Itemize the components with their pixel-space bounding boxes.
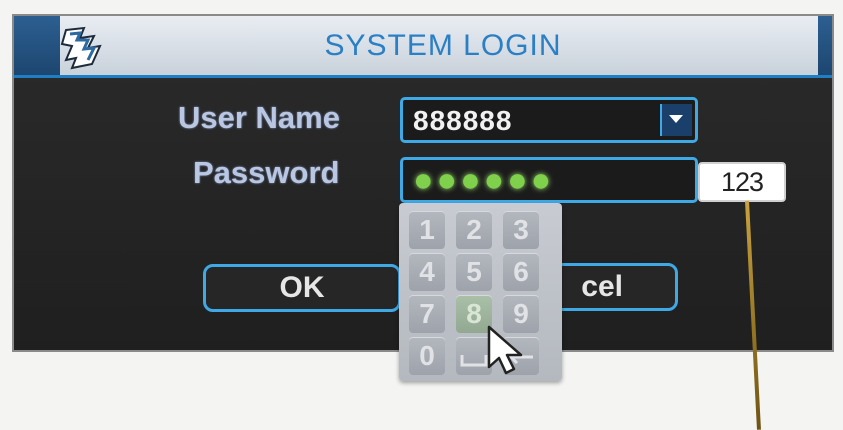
chevron-down-icon [669, 115, 683, 123]
password-mask: ●●●●●● [413, 161, 555, 199]
keypad-key-2[interactable]: 2 [456, 211, 492, 249]
keypad-key-4[interactable]: 4 [409, 253, 445, 291]
keypad-key-5[interactable]: 5 [456, 253, 492, 291]
keypad-key-0[interactable]: 0 [409, 337, 445, 375]
keyboard-toggle-button[interactable]: 123 [698, 162, 786, 202]
dialog-title: SYSTEM LOGIN [324, 29, 562, 62]
keypad-key-6[interactable]: 6 [503, 253, 539, 291]
username-select[interactable]: 888888 [400, 97, 698, 143]
mouse-cursor-icon [487, 325, 523, 375]
ok-button[interactable]: OK [203, 264, 401, 312]
password-label: Password [193, 155, 340, 190]
username-value: 888888 [413, 105, 513, 136]
title-bar: SYSTEM LOGIN [14, 16, 832, 78]
keypad-key-1[interactable]: 1 [409, 211, 445, 249]
keypad-key-3[interactable]: 3 [503, 211, 539, 249]
username-dropdown-button[interactable] [660, 104, 692, 136]
password-field[interactable]: ●●●●●● [400, 157, 698, 203]
keypad-key-7[interactable]: 7 [409, 295, 445, 333]
numeric-keypad: 1 2 3 4 5 6 7 8 9 0 [399, 203, 562, 381]
username-label: User Name [178, 100, 340, 135]
